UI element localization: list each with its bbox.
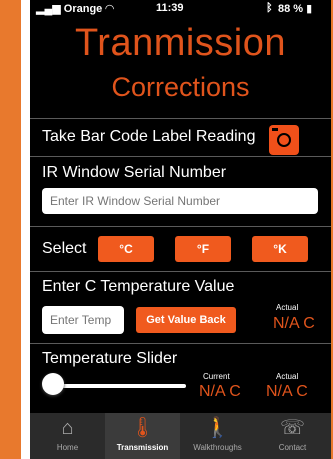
status-bar: ▂▄▆ Orange ◠ 11:39 ᛒ 88 % ▮ xyxy=(30,0,331,18)
ir-window-label: IR Window Serial Number xyxy=(42,164,227,181)
divider xyxy=(30,271,331,272)
thermometer-icon: 🌡 xyxy=(129,417,156,439)
fahrenheit-button[interactable]: °F xyxy=(175,236,231,262)
camera-icon xyxy=(277,133,291,147)
page-subtitle: Corrections xyxy=(111,72,250,102)
temperature-slider-knob[interactable] xyxy=(42,373,64,395)
slider-actual-label: Actual xyxy=(276,372,299,381)
divider xyxy=(30,156,331,157)
carrier-label: ▂▄▆ Orange ◠ xyxy=(36,3,114,15)
home-icon: ⌂ xyxy=(61,417,74,439)
signal-icon: ▂▄▆ xyxy=(36,3,61,15)
wifi-icon: ◠ xyxy=(105,3,114,15)
kelvin-button[interactable]: °K xyxy=(252,236,308,262)
camera-flash xyxy=(272,128,278,131)
slider-current-label: Current xyxy=(203,372,230,381)
actual-value: N/A C xyxy=(273,315,315,332)
divider xyxy=(30,118,331,119)
get-value-back-button[interactable]: Get Value Back xyxy=(136,307,236,333)
celsius-button[interactable]: °C xyxy=(98,236,154,262)
tab-bar: ⌂ Home 🌡 Transmission 🚶 Walkthroughs ☏ C… xyxy=(30,413,331,459)
ir-window-serial-input[interactable] xyxy=(42,188,318,214)
page-title: Tranmission xyxy=(74,22,287,64)
tab-contact[interactable]: ☏ Contact xyxy=(255,413,330,459)
slider-actual-value: N/A C xyxy=(266,383,308,400)
barcode-label: Take Bar Code Label Reading xyxy=(42,128,256,145)
bluetooth-icon: ᛒ xyxy=(266,2,273,14)
divider xyxy=(30,226,331,227)
tab-walkthroughs[interactable]: 🚶 Walkthroughs xyxy=(180,413,255,459)
phone-icon: ☏ xyxy=(279,417,305,439)
temperature-slider-label: Temperature Slider xyxy=(42,350,178,367)
frame-left-border xyxy=(0,0,21,459)
slider-current-value: N/A C xyxy=(199,383,241,400)
phone-screen: ▂▄▆ Orange ◠ 11:39 ᛒ 88 % ▮ Tranmission … xyxy=(30,0,331,459)
tab-home[interactable]: ⌂ Home xyxy=(30,413,105,459)
select-unit-label: Select xyxy=(42,240,87,257)
tab-transmission[interactable]: 🌡 Transmission xyxy=(105,413,180,459)
battery-indicator: 88 % ▮ xyxy=(278,3,313,15)
divider xyxy=(30,343,331,344)
temperature-slider-track[interactable] xyxy=(46,384,186,388)
status-time: 11:39 xyxy=(156,2,184,14)
temperature-input[interactable] xyxy=(42,306,124,334)
battery-icon: ▮ xyxy=(306,3,313,15)
camera-button[interactable] xyxy=(269,125,299,155)
temperature-value-label: Enter C Temperature Value xyxy=(42,278,235,295)
walking-person-icon: 🚶 xyxy=(205,417,230,439)
actual-label: Actual xyxy=(276,303,299,312)
